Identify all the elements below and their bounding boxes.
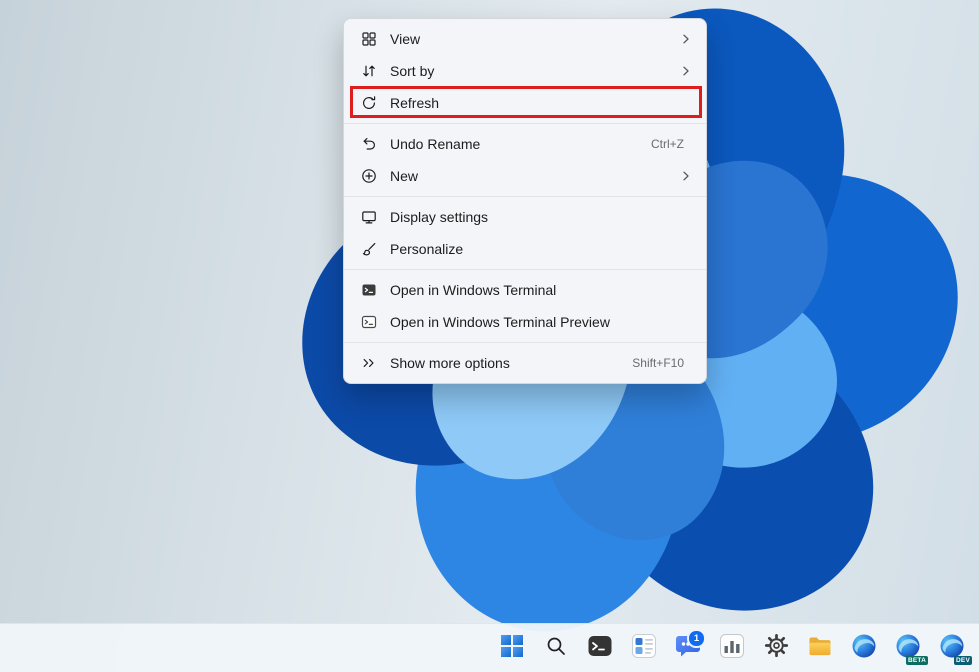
refresh-icon [361,95,377,111]
channel-badge: DEV [954,656,972,665]
taskbar-settings-button[interactable] [756,628,796,668]
menu-separator [344,196,706,197]
menu-item-label: Undo Rename [390,136,639,152]
widgets-icon [631,633,657,664]
menu-item-display-settings[interactable]: Display settings [344,201,706,233]
menu-item-label: Personalize [390,241,692,257]
menu-item-sort-by[interactable]: Sort by [344,55,706,87]
menu-item-label: Display settings [390,209,692,225]
menu-item-view[interactable]: View [344,23,706,55]
menu-item-personalize[interactable]: Personalize [344,233,706,265]
menu-item-shortcut: Ctrl+Z [651,137,684,151]
menu-item-show-more-options[interactable]: Show more options Shift+F10 [344,347,706,379]
sort-arrows-icon [361,63,377,79]
folder-icon [807,633,833,664]
menu-separator [344,123,706,124]
menu-item-label: New [390,168,680,184]
undo-icon [361,136,377,152]
taskbar-icons: 1 [492,624,972,672]
display-icon [361,209,377,225]
view-grid-icon [361,31,377,47]
menu-item-new[interactable]: New [344,160,706,192]
context-menu: View Sort by Refresh Un [343,18,707,384]
chart-app-icon [719,633,745,664]
chevron-right-icon [680,33,692,45]
menu-separator [344,342,706,343]
notification-badge: 1 [687,629,706,648]
menu-item-open-windows-terminal-preview[interactable]: Open in Windows Terminal Preview [344,306,706,338]
menu-item-label: Show more options [390,355,620,371]
taskbar-edge-button[interactable] [844,628,884,668]
menu-item-shortcut: Shift+F10 [632,356,684,370]
terminal-preview-icon [361,314,377,330]
menu-separator [344,269,706,270]
menu-item-label: View [390,31,680,47]
menu-item-label: Open in Windows Terminal Preview [390,314,692,330]
edge-icon [851,633,877,664]
taskbar-windows-terminal-button[interactable] [580,628,620,668]
menu-item-open-windows-terminal[interactable]: Open in Windows Terminal [344,274,706,306]
search-icon [545,635,567,662]
chevron-right-icon [680,65,692,77]
taskbar-edge-beta-button[interactable]: BETA [888,628,928,668]
more-options-icon [361,355,377,371]
taskbar-search-button[interactable] [536,628,576,668]
taskbar-file-explorer-button[interactable] [800,628,840,668]
menu-item-refresh[interactable]: Refresh [344,87,706,119]
windows-logo-icon [500,634,524,663]
new-plus-icon [361,168,377,184]
channel-badge: BETA [906,656,928,665]
windows-terminal-icon [587,633,613,664]
taskbar-analytics-button[interactable] [712,628,752,668]
terminal-icon [361,282,377,298]
taskbar-start-button[interactable] [492,628,532,668]
taskbar-chat-button[interactable]: 1 [668,628,708,668]
personalize-brush-icon [361,241,377,257]
menu-item-undo-rename[interactable]: Undo Rename Ctrl+Z [344,128,706,160]
gear-icon [764,633,789,663]
taskbar-widgets-button[interactable] [624,628,664,668]
menu-item-label: Sort by [390,63,680,79]
taskbar: 1 [0,623,979,672]
menu-item-label: Refresh [390,95,692,111]
chevron-right-icon [680,170,692,182]
menu-item-label: Open in Windows Terminal [390,282,692,298]
taskbar-edge-dev-button[interactable]: DEV [932,628,972,668]
